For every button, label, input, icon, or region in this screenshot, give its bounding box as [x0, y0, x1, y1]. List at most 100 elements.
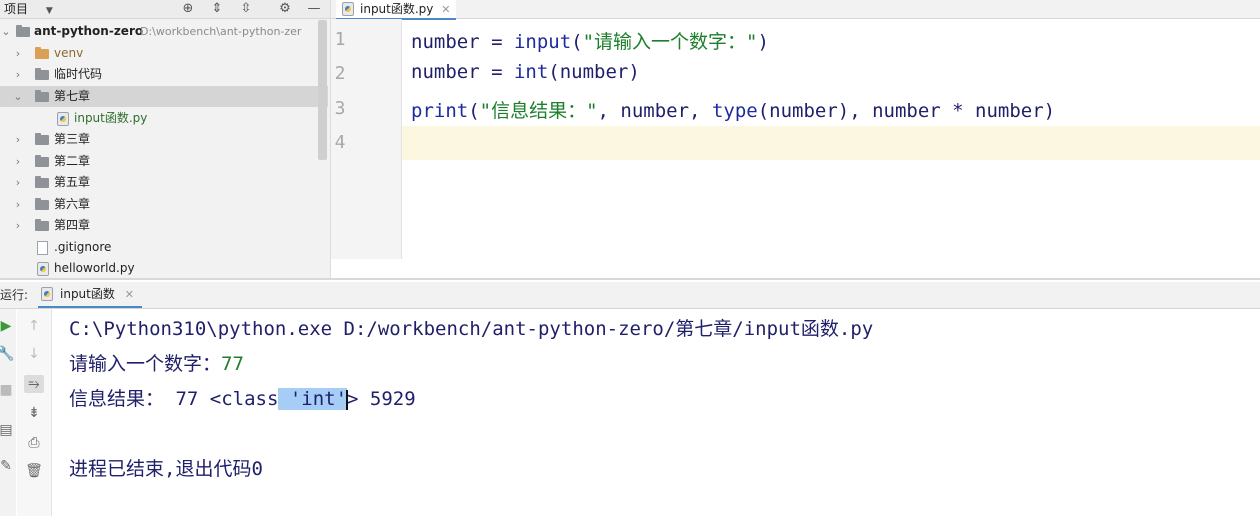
chevron-down-icon[interactable]: ⌄ — [0, 21, 12, 42]
tree-item-chapter-7[interactable]: ⌄ 第七章 — [0, 86, 328, 107]
gear-icon[interactable]: ⚙ — [277, 0, 293, 18]
tree-item-input-file[interactable]: input函数.py — [0, 108, 328, 129]
chevron-right-icon[interactable]: › — [12, 64, 24, 85]
console-toolbar: ↑ ↓ ⥱ ⇟ ⎙ 🗑 — [17, 309, 52, 516]
code-line-1[interactable]: number = input("请输入一个数字：") — [411, 27, 769, 54]
code-token: ( — [468, 100, 480, 122]
tree-item-label: 临时代码 — [54, 67, 103, 81]
console-command-line: C:\Python310\python.exe D:/workbench/ant… — [69, 318, 874, 340]
scroll-to-end-icon[interactable]: ⇟ — [24, 404, 44, 422]
text-file-icon — [37, 241, 48, 255]
console-selected-text: 'int' — [278, 388, 348, 410]
console-result-line: 信息结果： 77 <class 'int'> 5929 — [69, 384, 416, 411]
arrow-up-icon[interactable]: ↑ — [24, 317, 44, 335]
code-token: print — [411, 100, 469, 122]
chevron-right-icon[interactable]: › — [12, 194, 24, 215]
run-tab-input[interactable]: input函数 ✕ — [38, 282, 142, 308]
python-file-icon — [37, 262, 49, 276]
tree-root[interactable]: ⌄ ant-python-zero D:\workbench\ant-pytho… — [0, 21, 328, 42]
project-header: 项目 ▼ ⊕ ⇕ ⇳ ⚙ — — [0, 0, 330, 19]
arrow-down-icon[interactable]: ↓ — [24, 345, 44, 363]
line-number-gutter: 1 2 3 4 — [331, 19, 402, 259]
console-prompt-line: 请输入一个数字：77 — [69, 349, 244, 376]
code-line-3[interactable]: print("信息结果：", number, type(number), num… — [411, 96, 1055, 123]
tree-scrollbar[interactable] — [318, 20, 327, 160]
tree-item-gitignore[interactable]: .gitignore — [0, 237, 328, 258]
editor-tab-bar: input函数.py ✕ — [331, 0, 1260, 20]
tree-item-label: .gitignore — [54, 240, 112, 254]
chevron-right-icon[interactable]: › — [12, 172, 24, 193]
chevron-right-icon[interactable]: › — [12, 129, 24, 150]
run-icon[interactable]: ▶ — [0, 317, 16, 335]
project-view-selector[interactable]: 项目 ▼ — [4, 0, 53, 20]
folder-icon — [35, 155, 49, 167]
folder-icon — [35, 90, 49, 102]
root-name: ant-python-zero — [34, 24, 144, 38]
editor-tab-input-file[interactable]: input函数.py ✕ — [336, 0, 457, 20]
code-line-2[interactable]: number = int(number) — [411, 61, 640, 83]
panel-divider[interactable] — [0, 278, 1260, 280]
code-token: "信息结果：" — [479, 100, 598, 122]
close-icon[interactable]: ✕ — [441, 3, 450, 16]
tree-item-chapter-2[interactable]: › 第二章 — [0, 151, 328, 172]
layout-icon[interactable]: ▤ — [0, 421, 16, 439]
tree-item-temp-code[interactable]: › 临时代码 — [0, 64, 328, 85]
python-file-icon — [41, 287, 53, 301]
code-token: ) — [757, 31, 769, 53]
tree-item-label: 第五章 — [54, 175, 91, 189]
pin-icon[interactable]: ✎ — [0, 457, 16, 475]
code-token: int — [513, 61, 549, 83]
python-file-icon — [57, 112, 69, 126]
chevron-right-icon[interactable]: › — [12, 43, 24, 64]
wrench-icon[interactable]: 🔧 — [0, 345, 16, 363]
tree-item-chapter-6[interactable]: › 第六章 — [0, 194, 328, 215]
tree-item-label: venv — [54, 46, 84, 60]
chevron-right-icon[interactable]: › — [12, 215, 24, 236]
collapse-all-icon[interactable]: ⇳ — [238, 0, 254, 18]
python-file-icon — [342, 2, 354, 16]
stop-icon[interactable]: ■ — [0, 381, 16, 399]
trash-icon[interactable]: 🗑 — [24, 462, 44, 480]
code-token: number = — [411, 31, 514, 53]
code-editor[interactable]: number = input("请输入一个数字：") number = int(… — [402, 19, 1260, 278]
folder-icon — [35, 68, 49, 80]
minimize-icon[interactable]: — — [306, 0, 322, 18]
tree-item-label: 第七章 — [54, 89, 91, 103]
line-number: 1 — [334, 29, 346, 50]
line-number: 4 — [334, 132, 346, 153]
folder-icon — [35, 133, 49, 145]
console-user-input: 77 — [221, 353, 244, 375]
code-token: type — [711, 100, 758, 122]
folder-icon — [35, 219, 49, 231]
console-output[interactable]: C:\Python310\python.exe D:/workbench/ant… — [52, 309, 1260, 516]
folder-icon — [16, 25, 30, 37]
chevron-down-icon: ▼ — [45, 6, 53, 16]
tree-item-helloworld[interactable]: helloworld.py — [0, 258, 328, 278]
chevron-right-icon[interactable]: › — [12, 151, 24, 172]
code-token: ( — [571, 31, 583, 53]
close-icon[interactable]: ✕ — [125, 288, 134, 301]
tree-item-label: input函数.py — [74, 111, 148, 125]
code-token: (number), number * number) — [757, 100, 1056, 122]
locate-icon[interactable]: ⊕ — [180, 0, 196, 18]
code-token: (number) — [548, 61, 640, 83]
tree-item-chapter-5[interactable]: › 第五章 — [0, 172, 328, 193]
tree-item-chapter-3[interactable]: › 第三章 — [0, 129, 328, 150]
folder-icon — [35, 198, 49, 210]
project-title: 项目 — [4, 2, 29, 16]
folder-icon — [35, 47, 49, 59]
expand-all-icon[interactable]: ⇕ — [209, 0, 225, 18]
code-token: input — [513, 31, 572, 53]
tree-item-label: 第四章 — [54, 218, 91, 232]
print-icon[interactable]: ⎙ — [24, 434, 44, 452]
tree-item-label: 第三章 — [54, 132, 91, 146]
run-side-toolbar: ▶ 🔧 ■ ▤ ✎ — [0, 309, 16, 516]
chevron-down-icon[interactable]: ⌄ — [12, 86, 24, 107]
editor-tab-label: input函数.py — [360, 2, 434, 16]
line-number: 3 — [334, 98, 346, 119]
code-token: number = — [411, 61, 514, 83]
tree-item-chapter-4[interactable]: › 第四章 — [0, 215, 328, 236]
tree-item-label: 第二章 — [54, 154, 91, 168]
soft-wrap-icon[interactable]: ⥱ — [24, 375, 44, 393]
tree-item-venv[interactable]: › venv — [0, 43, 328, 64]
